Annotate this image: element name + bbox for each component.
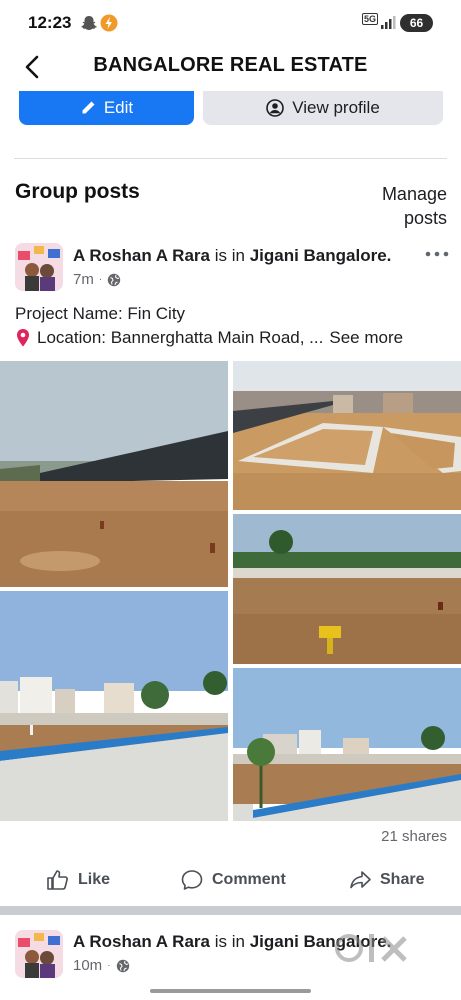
status-time: 12:23 bbox=[28, 13, 72, 32]
land-plot-photo bbox=[0, 361, 228, 587]
post-photo-5[interactable] bbox=[233, 668, 461, 821]
network-type: 5G bbox=[362, 13, 379, 25]
land-plot-photo bbox=[0, 591, 228, 821]
globe-icon bbox=[107, 273, 121, 286]
next-post-connector: is in bbox=[214, 932, 245, 951]
more-options-icon[interactable] bbox=[425, 249, 449, 259]
avatar-image bbox=[15, 243, 63, 291]
flash-app-icon bbox=[100, 14, 118, 32]
next-post-meta: 10m · bbox=[73, 957, 130, 974]
post-text-line-2: Location: Bannerghatta Main Road, ... Se… bbox=[15, 328, 403, 348]
post-photo-4[interactable] bbox=[0, 591, 228, 821]
olx-watermark-logo bbox=[335, 934, 407, 962]
comment-button[interactable]: Comment bbox=[180, 860, 286, 900]
page-title: BANGALORE REAL ESTATE bbox=[93, 54, 368, 76]
see-more-link[interactable]: See more bbox=[329, 328, 403, 348]
land-plot-photo bbox=[233, 361, 461, 510]
post-author-line: A Roshan A Rara is in Jigani Bangalore. bbox=[73, 246, 391, 266]
author-avatar[interactable] bbox=[15, 930, 63, 978]
comment-label: Comment bbox=[212, 871, 286, 888]
home-indicator[interactable] bbox=[150, 989, 311, 993]
signal-icon bbox=[381, 16, 396, 29]
share-button[interactable]: Share bbox=[348, 860, 424, 900]
location-pin-icon bbox=[17, 329, 29, 347]
land-plot-photo bbox=[233, 668, 461, 821]
manage-posts-link[interactable]: Manage posts bbox=[347, 182, 447, 230]
share-arrow-icon bbox=[350, 871, 371, 889]
post-time[interactable]: 7m bbox=[73, 271, 94, 288]
app-header: BANGALORE REAL ESTATE bbox=[0, 46, 461, 90]
author-avatar[interactable] bbox=[15, 243, 63, 291]
post-location-text: Location: Bannerghatta Main Road, ... bbox=[37, 328, 324, 347]
like-button[interactable]: Like bbox=[46, 860, 110, 900]
next-post-author-name[interactable]: A Roshan A Rara bbox=[73, 932, 210, 951]
edit-button[interactable]: Edit bbox=[19, 91, 194, 125]
section-divider bbox=[14, 158, 447, 159]
post-text-line-1: Project Name: Fin City bbox=[15, 304, 186, 323]
pencil-icon bbox=[82, 101, 95, 114]
snapchat-icon bbox=[81, 16, 97, 30]
avatar-image bbox=[15, 930, 63, 978]
post-photo-3[interactable] bbox=[233, 514, 461, 664]
status-bar: 12:23 5G 66 bbox=[0, 0, 461, 46]
post-connector: is in bbox=[214, 246, 245, 265]
like-label: Like bbox=[78, 871, 111, 888]
post-meta: 7m · bbox=[73, 271, 121, 288]
globe-icon bbox=[116, 959, 129, 972]
shares-count[interactable]: 21 shares bbox=[381, 828, 447, 845]
post-photo-1[interactable] bbox=[0, 361, 228, 587]
edit-label: Edit bbox=[103, 98, 134, 117]
profile-icon bbox=[266, 99, 285, 117]
view-profile-label: View profile bbox=[292, 98, 380, 117]
battery-indicator: 66 bbox=[400, 14, 433, 32]
post-location[interactable]: Jigani Bangalore. bbox=[250, 246, 392, 265]
thumbs-up-icon bbox=[47, 870, 68, 890]
post-author-name[interactable]: A Roshan A Rara bbox=[73, 246, 210, 265]
post-photo-2[interactable] bbox=[233, 361, 461, 510]
group-posts-heading: Group posts bbox=[15, 180, 140, 203]
next-post-time[interactable]: 10m bbox=[73, 957, 102, 974]
post-action-bar: Like Comment Share bbox=[0, 860, 461, 900]
land-plot-photo bbox=[233, 514, 461, 664]
share-label: Share bbox=[380, 871, 425, 888]
view-profile-button[interactable]: View profile bbox=[203, 91, 443, 125]
post-separator bbox=[0, 906, 461, 915]
comment-bubble-icon bbox=[181, 870, 203, 890]
